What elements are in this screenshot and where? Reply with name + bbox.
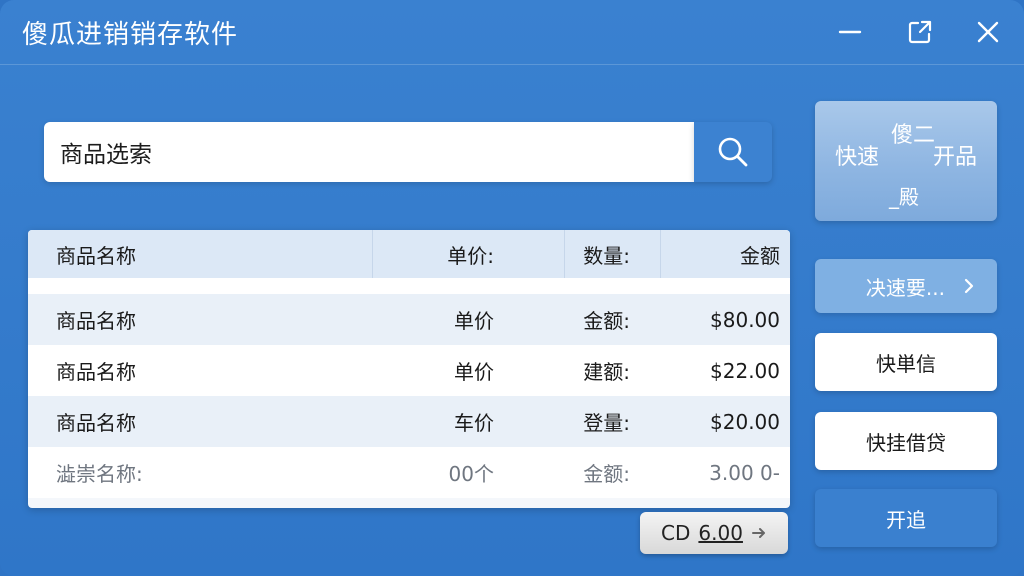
row-price: 00个 xyxy=(448,462,494,486)
row-qty: 金额: xyxy=(583,309,630,333)
open-button-label: 开追 xyxy=(886,507,926,532)
row-price: 单价 xyxy=(454,360,494,384)
quick-panel-label-b: 傻二 xyxy=(891,123,936,148)
row-qty: 登量: xyxy=(583,411,630,435)
row-qty: 建额: xyxy=(583,360,630,384)
row-amount: $20.00 xyxy=(710,409,780,434)
close-button[interactable] xyxy=(968,14,1008,50)
row-amount: $22.00 xyxy=(710,358,780,383)
table-row[interactable]: 商品名称 单价 建额: $22.00 xyxy=(28,345,790,396)
column-divider xyxy=(660,230,661,278)
popout-icon xyxy=(908,20,932,44)
column-divider xyxy=(564,230,565,278)
total-button[interactable]: CD 6.00 xyxy=(640,512,788,554)
table-row[interactable]: 商品名称 车价 登量: $20.00 xyxy=(28,396,790,447)
search-input-value: 商品选索 xyxy=(60,142,152,168)
table-header: 商品名称 单价: 数量: 金额 xyxy=(28,230,790,278)
row-name: 澁崇名称: xyxy=(56,462,143,486)
quick-order-button[interactable]: 快単信 xyxy=(815,333,997,391)
open-button[interactable]: 开追 xyxy=(815,489,997,547)
quick-menu-button[interactable]: 决速要... xyxy=(815,259,997,313)
close-icon xyxy=(977,21,999,43)
quick-panel-label-a: 快速 xyxy=(835,145,880,170)
minimize-icon xyxy=(838,30,862,34)
total-value: 6.00 xyxy=(698,521,743,545)
row-price: 车价 xyxy=(454,411,494,435)
column-divider xyxy=(372,230,373,278)
table-spacer xyxy=(28,278,790,294)
row-price: 单价 xyxy=(454,309,494,333)
header-name: 商品名称 xyxy=(56,243,136,268)
quick-credit-button[interactable]: 快挂借贷 xyxy=(815,412,997,470)
quick-panel-label-d: _殿 xyxy=(889,185,919,209)
row-qty: 金额: xyxy=(583,462,630,486)
quick-order-label: 快単信 xyxy=(876,351,936,376)
window-title: 傻瓜进销销存软件 xyxy=(22,20,239,50)
row-name: 商品名称 xyxy=(56,309,136,333)
chevron-right-icon xyxy=(964,278,974,294)
title-bar: 傻瓜进销销存软件 xyxy=(0,0,1024,65)
row-amount: $80.00 xyxy=(710,307,780,332)
search-input[interactable]: 商品选索 xyxy=(44,122,694,182)
quick-panel-label-c: 开品 xyxy=(933,145,978,170)
table-row[interactable]: 澁崇名称: 00个 金额: 3.00 0- xyxy=(28,447,790,498)
row-amount: 3.00 0- xyxy=(709,460,780,485)
arrow-right-icon xyxy=(751,528,765,538)
header-amount: 金额 xyxy=(740,243,780,268)
search-button[interactable] xyxy=(694,122,772,182)
table-row[interactable]: 商品名称 单价 金额: $80.00 xyxy=(28,294,790,345)
header-price: 单价: xyxy=(447,243,494,268)
quick-menu-label: 决速要... xyxy=(865,275,945,300)
header-qty: 数量: xyxy=(583,243,630,268)
row-name: 商品名称 xyxy=(56,411,136,435)
product-table: 商品名称 单价: 数量: 金额 商品名称 单价 金额: $80.00 商品名称 … xyxy=(28,230,790,508)
quick-launch-panel[interactable]: 快速 傻二 开品 _殿 xyxy=(815,101,997,221)
row-name: 商品名称 xyxy=(56,360,136,384)
total-label: CD xyxy=(661,521,691,545)
minimize-button[interactable] xyxy=(830,14,870,50)
app-window: 傻瓜进销销存软件 商品选索 商品名称 单价: 数量: 金额 商品名称 单价 金额… xyxy=(0,0,1024,576)
popout-button[interactable] xyxy=(900,14,940,50)
quick-credit-label: 快挂借贷 xyxy=(866,430,946,455)
search-icon xyxy=(718,137,748,167)
